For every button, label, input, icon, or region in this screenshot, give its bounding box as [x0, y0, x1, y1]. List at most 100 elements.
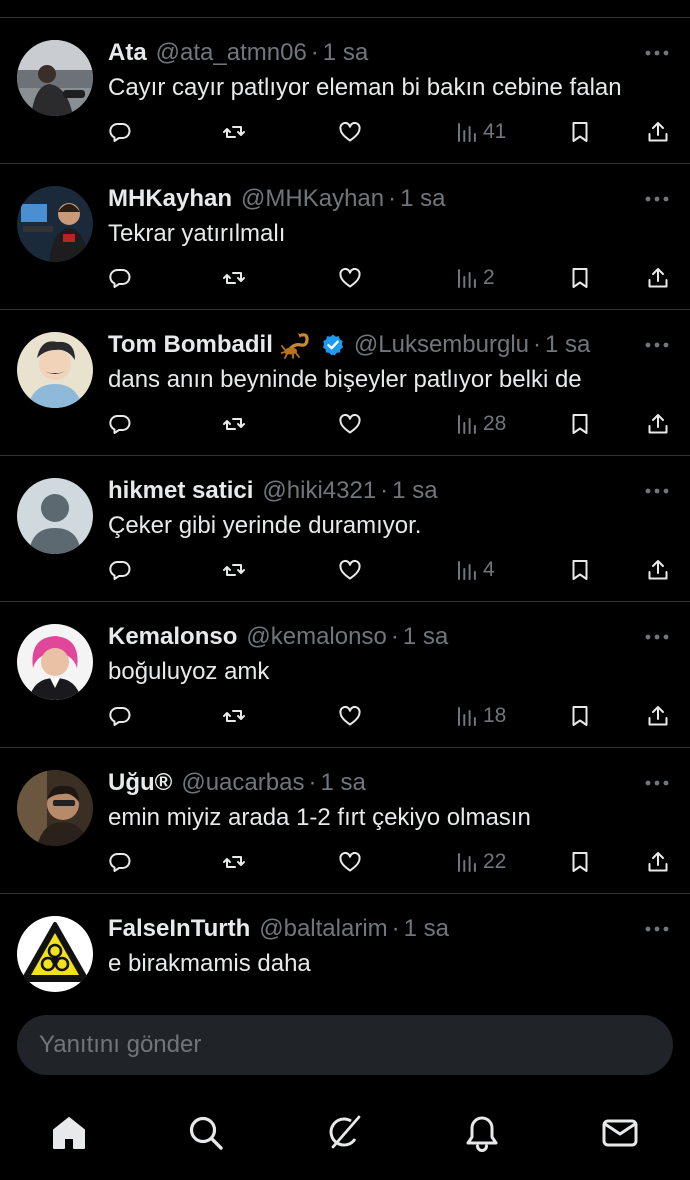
- reply-button[interactable]: [108, 556, 132, 584]
- more-options-icon[interactable]: [644, 335, 670, 355]
- reply-tweet[interactable]: hikmet satici @hiki4321 · 1 sa Çeker gib…: [0, 456, 690, 602]
- display-name[interactable]: FalseInTurth: [108, 914, 250, 944]
- retweet-button[interactable]: [222, 118, 246, 146]
- avatar[interactable]: [17, 186, 93, 262]
- bookmark-button[interactable]: [568, 556, 592, 584]
- bookmark-button[interactable]: [568, 410, 592, 438]
- display-name[interactable]: Ata: [108, 38, 147, 68]
- username-handle[interactable]: @kemalonso: [246, 622, 386, 652]
- reply-composer[interactable]: [17, 1015, 673, 1075]
- views-button[interactable]: 18: [455, 702, 506, 730]
- avatar[interactable]: [17, 332, 93, 408]
- timestamp[interactable]: 1 sa: [403, 622, 448, 652]
- timestamp[interactable]: 1 sa: [392, 476, 437, 506]
- more-options-icon[interactable]: [644, 189, 670, 209]
- views-count: 2: [483, 266, 495, 289]
- reply-button[interactable]: [108, 264, 132, 292]
- views-count: 18: [483, 704, 507, 727]
- tab-home[interactable]: [47, 1111, 91, 1155]
- heart-icon: [339, 267, 361, 288]
- reply-button[interactable]: [108, 702, 132, 730]
- tab-search[interactable]: [184, 1111, 228, 1155]
- reply-input[interactable]: [17, 1015, 673, 1075]
- username-handle[interactable]: @hiki4321: [262, 476, 376, 506]
- share-button[interactable]: [646, 702, 670, 730]
- tweet-actions: 18: [0, 702, 690, 730]
- like-button[interactable]: [338, 264, 362, 292]
- timestamp[interactable]: 1 sa: [320, 768, 365, 798]
- reply-tweet[interactable]: Ata @ata_atmn06 · 1 sa Cayır cayır patlı…: [0, 18, 690, 164]
- reply-tweet[interactable]: MHKayhan @MHKayhan · 1 sa Tekrar yatırıl…: [0, 164, 690, 310]
- views-button[interactable]: 28: [455, 410, 506, 438]
- tab-messages[interactable]: [598, 1111, 642, 1155]
- more-options-icon[interactable]: [644, 773, 670, 793]
- share-icon: [648, 852, 668, 872]
- username-handle[interactable]: @MHKayhan: [241, 184, 384, 214]
- display-name[interactable]: hikmet satici: [108, 476, 253, 506]
- like-button[interactable]: [338, 410, 362, 438]
- views-chart-icon: [458, 415, 476, 434]
- avatar[interactable]: [17, 40, 93, 116]
- bookmark-button[interactable]: [568, 118, 592, 146]
- reply-tweet[interactable]: Uğu® @uacarbas · 1 sa emin miyiz arada 1…: [0, 748, 690, 894]
- bookmark-button[interactable]: [568, 848, 592, 876]
- like-button[interactable]: [338, 702, 362, 730]
- display-name[interactable]: Kemalonso: [108, 622, 237, 652]
- reply-button[interactable]: [108, 118, 132, 146]
- views-button[interactable]: 4: [455, 556, 495, 584]
- more-options-icon[interactable]: [644, 919, 670, 939]
- more-options-icon[interactable]: [644, 43, 670, 63]
- reply-button[interactable]: [108, 848, 132, 876]
- retweet-button[interactable]: [222, 410, 246, 438]
- share-button[interactable]: [646, 410, 670, 438]
- timestamp[interactable]: 1 sa: [545, 330, 590, 360]
- tweet-text: e birakmamis daha: [108, 950, 311, 977]
- timestamp[interactable]: 1 sa: [323, 38, 368, 68]
- like-button[interactable]: [338, 848, 362, 876]
- display-name[interactable]: MHKayhan: [108, 184, 232, 214]
- share-button[interactable]: [646, 556, 670, 584]
- retweet-button[interactable]: [222, 848, 246, 876]
- views-button[interactable]: 41: [455, 118, 506, 146]
- reply-tweet[interactable]: FalseInTurth @baltalarim · 1 sa e birakm…: [0, 894, 690, 998]
- avatar-image: [17, 624, 93, 700]
- reply-tweet[interactable]: Kemalonso @kemalonso · 1 sa boğuluyoz am…: [0, 602, 690, 748]
- avatar[interactable]: [17, 478, 93, 554]
- username-handle[interactable]: @Luksemburglu: [354, 330, 529, 360]
- retweet-button[interactable]: [222, 702, 246, 730]
- retweet-button[interactable]: [222, 556, 246, 584]
- like-button[interactable]: [338, 556, 362, 584]
- more-options-icon[interactable]: [644, 481, 670, 501]
- display-name[interactable]: Uğu®: [108, 768, 172, 798]
- timestamp[interactable]: 1 sa: [404, 914, 449, 944]
- avatar[interactable]: [17, 770, 93, 846]
- verified-badge-icon[interactable]: [321, 333, 345, 357]
- username-handle[interactable]: @uacarbas: [181, 768, 304, 798]
- retweet-button[interactable]: [222, 264, 246, 292]
- avatar[interactable]: [17, 624, 93, 700]
- views-button[interactable]: 22: [455, 848, 506, 876]
- more-options-icon[interactable]: [644, 627, 670, 647]
- bookmark-button[interactable]: [568, 702, 592, 730]
- reply-icon: [109, 122, 131, 142]
- display-name[interactable]: Tom Bombadil: [108, 330, 273, 360]
- like-button[interactable]: [338, 118, 362, 146]
- bookmark-button[interactable]: [568, 264, 592, 292]
- views-chart-icon: [458, 123, 476, 142]
- username-handle[interactable]: @baltalarim: [259, 914, 387, 944]
- avatar[interactable]: [17, 916, 93, 992]
- reply-tweet[interactable]: Tom Bombadil @Luksemburglu · 1 sa dans a…: [0, 310, 690, 456]
- share-button[interactable]: [646, 848, 670, 876]
- reply-button[interactable]: [108, 410, 132, 438]
- username-handle[interactable]: @ata_atmn06: [156, 38, 307, 68]
- share-button[interactable]: [646, 264, 670, 292]
- timestamp[interactable]: 1 sa: [400, 184, 445, 214]
- tab-grok[interactable]: [322, 1111, 366, 1155]
- tab-notifications[interactable]: [460, 1111, 504, 1155]
- replies-feed[interactable]: Ata @ata_atmn06 · 1 sa Cayır cayır patlı…: [0, 18, 690, 998]
- views-button[interactable]: 2: [455, 264, 495, 292]
- share-button[interactable]: [646, 118, 670, 146]
- avatar-image: [17, 186, 93, 262]
- tweet-text: emin miyiz arada 1-2 fırt çekiyo olmasın: [108, 804, 531, 831]
- separator-dot: ·: [310, 39, 319, 66]
